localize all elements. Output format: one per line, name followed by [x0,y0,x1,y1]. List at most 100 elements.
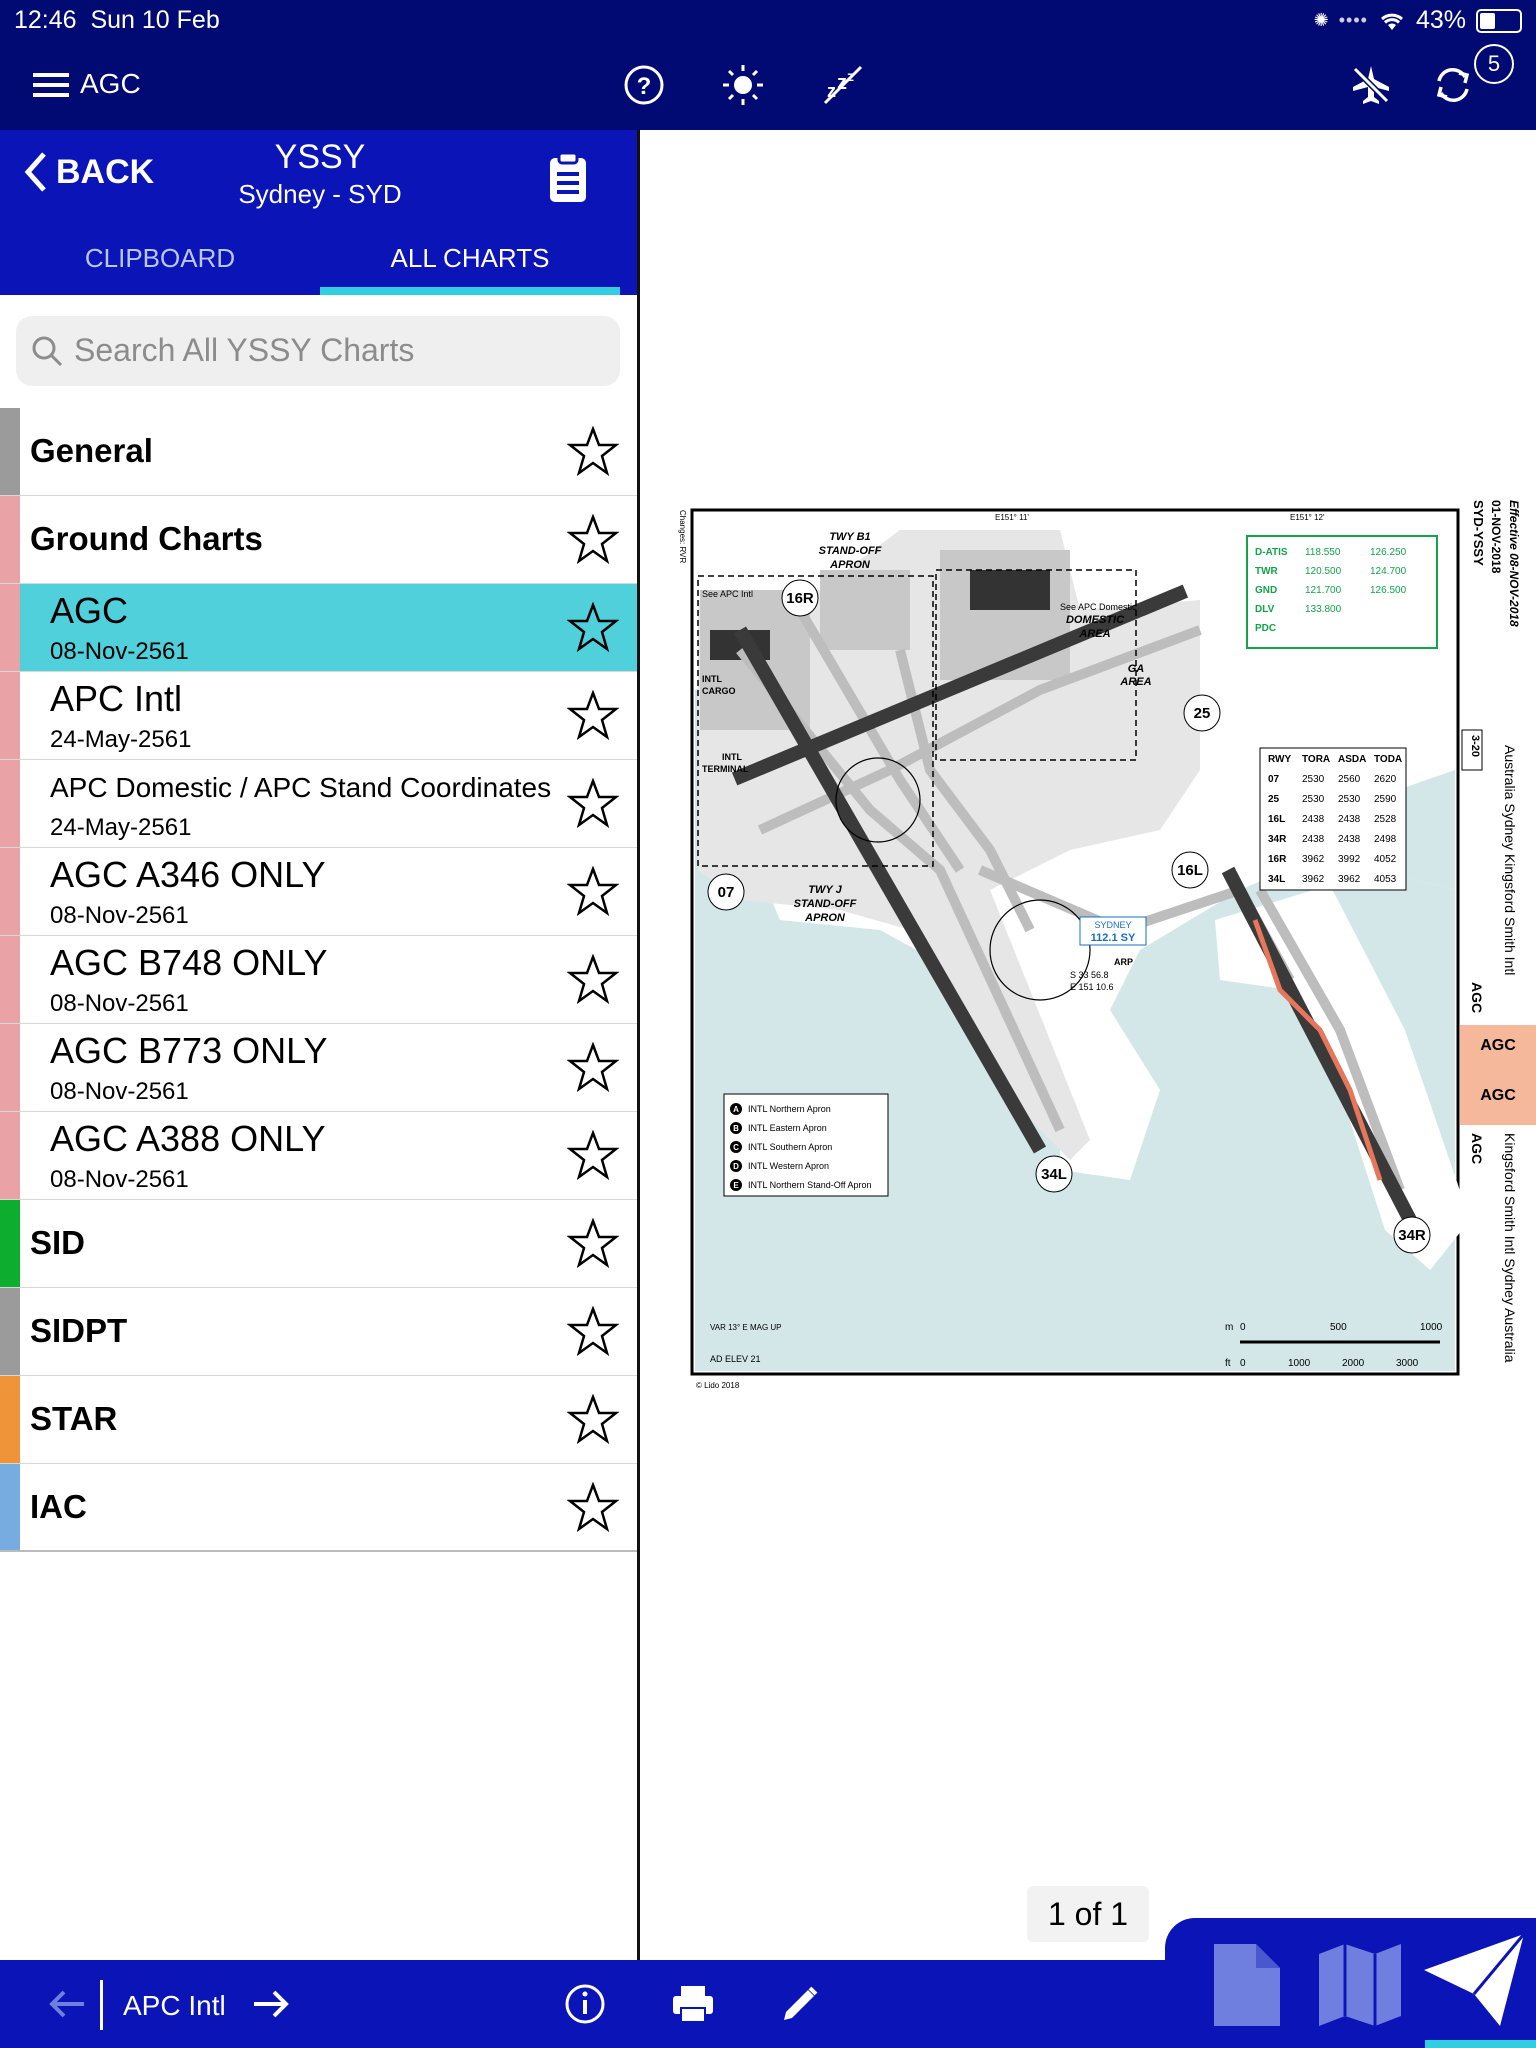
table-cell: 3992 [1338,854,1361,865]
area-label: DOMESTIC [1066,614,1125,626]
effective-date: Effective 08-NOV-2018 [1507,500,1521,627]
sync-icon[interactable] [1428,60,1478,110]
section-sidpt[interactable]: SIDPT [0,1288,637,1376]
section-color-bar [0,1024,20,1111]
tab-clipboard[interactable]: CLIPBOARD [0,238,320,295]
table-cell: 2438 [1338,814,1361,825]
star-icon[interactable] [567,866,619,918]
star-icon[interactable] [567,690,619,742]
svg-text:1000: 1000 [1288,1358,1311,1369]
table-cell: 2530 [1302,774,1325,785]
section-color-bar [0,1112,20,1199]
table-cell: 34L [1268,874,1285,885]
issue-date: 01-NOV-2018 [1489,500,1503,574]
current-chart-name: APC Intl [123,1990,226,2021]
section-sid[interactable]: SID [0,1200,637,1288]
table-cell: 2528 [1374,814,1397,825]
star-icon[interactable] [567,426,619,478]
station-header: YSSY Sydney - SYD [190,138,450,210]
table-cell: 4053 [1374,874,1397,885]
divider [100,1980,103,2030]
search-input[interactable]: Search All YSSY Charts [16,316,620,386]
table-header: RWY [1268,754,1291,765]
star-icon[interactable] [567,1130,619,1182]
chart-title: APC Intl [50,678,183,719]
legend-key: B [733,1124,739,1133]
area-label: STAND-OFF [794,898,857,910]
table-cell: 2438 [1302,834,1325,845]
print-icon[interactable] [670,1982,716,2026]
table-cell: 2438 [1302,814,1325,825]
legend-label: INTL Eastern Apron [748,1123,827,1133]
chart-item-apc-domestic[interactable]: APC Domestic / APC Stand Coordinates 24-… [0,760,637,848]
star-icon[interactable] [567,514,619,566]
section-color-bar [0,1200,20,1287]
section-star[interactable]: STAR [0,1376,637,1464]
station-code: YSSY [274,138,366,176]
chart-viewer[interactable]: 16R 07 25 16L 34L 34R TWY B1 STAND-OFF A… [640,130,1536,1960]
menu-icon[interactable] [26,60,76,110]
runway-label: 16L [1177,862,1203,879]
airplane-mode-icon[interactable] [1346,60,1396,110]
table-cell: 3962 [1302,874,1325,885]
page-ref: 3-20 [1469,735,1481,757]
chart-date: 24-May-2561 [50,726,192,753]
page-indicator: 1 of 1 [1027,1886,1149,1942]
agc-tag: AGC [1469,982,1485,1013]
battery-icon [1476,8,1522,33]
legend-key: E [733,1181,739,1190]
signal-icon: •••• [1338,10,1368,30]
section-ground-charts[interactable]: Ground Charts [0,496,637,584]
apron-b1 [820,570,910,650]
legend-label: INTL Northern Stand-Off Apron [748,1180,872,1190]
table-cell: 2560 [1338,774,1361,785]
arrow-right-icon[interactable] [248,1986,294,2022]
help-icon[interactable]: ? [619,60,669,110]
chart-item-agc-b748[interactable]: AGC B748 ONLY 08-Nov-2561 [0,936,637,1024]
svg-text:?: ? [637,73,652,100]
svg-text:m: m [1225,1322,1233,1333]
chart-item-apc-intl[interactable]: APC Intl 24-May-2561 [0,672,637,760]
star-icon[interactable] [567,778,619,830]
section-general[interactable]: General [0,408,637,496]
star-icon[interactable] [567,1306,619,1358]
arrow-left-icon[interactable] [44,1986,90,2022]
star-icon[interactable] [567,1394,619,1446]
area-label: INTL [702,674,722,684]
chart-title: APC Domestic / APC Stand Coordinates [50,772,552,803]
pencil-icon[interactable] [778,1982,822,2026]
changes-note: Changes: RVR [678,510,687,563]
vor-name: SYDNEY [1094,920,1131,930]
chart-item-agc[interactable]: AGC 08-Nov-2561 [0,584,637,672]
coord-label: E151° 12' [1290,513,1325,522]
freq-name: D-ATIS [1255,547,1288,558]
map-icon[interactable] [1315,1940,1405,2030]
sleep-off-icon[interactable]: zzz [818,60,868,110]
clipboard-icon[interactable] [540,150,596,206]
section-color-bar [0,584,20,671]
star-icon[interactable] [567,602,619,654]
runway-label: 25 [1194,705,1211,722]
airport-id: SYD-YSSY [1471,500,1486,566]
brightness-icon[interactable] [718,60,768,110]
chart-title: AGC [50,590,129,631]
chart-item-agc-a388[interactable]: AGC A388 ONLY 08-Nov-2561 [0,1112,637,1200]
info-icon[interactable] [563,1982,607,2026]
section-iac[interactable]: IAC [0,1464,637,1552]
chart-item-agc-a346[interactable]: AGC A346 ONLY 08-Nov-2561 [0,848,637,936]
chart-item-agc-b773[interactable]: AGC B773 ONLY 08-Nov-2561 [0,1024,637,1112]
section-label: Ground Charts [30,520,263,557]
search-icon [32,336,63,367]
star-icon[interactable] [567,954,619,1006]
search-placeholder: Search All YSSY Charts [74,332,415,368]
status-time: 12:46 [14,6,77,34]
table-cell: 2498 [1374,834,1397,845]
document-icon[interactable] [1210,1940,1284,2030]
legend-label: INTL Western Apron [748,1161,829,1171]
star-icon[interactable] [567,1482,619,1534]
status-bar: 12:46 Sun 10 Feb ✺ •••• 43% [0,0,1536,40]
star-icon[interactable] [567,1042,619,1094]
star-icon[interactable] [567,1218,619,1270]
paper-plane-icon[interactable] [1420,1930,1530,2030]
back-button[interactable]: BACK [22,150,154,194]
